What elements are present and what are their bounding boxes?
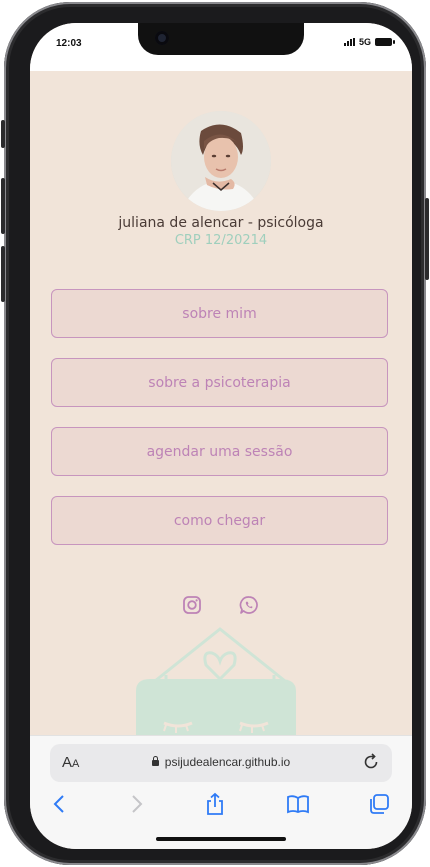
status-time: 12:03 bbox=[56, 38, 82, 49]
volume-down-button bbox=[1, 246, 5, 302]
profile-photo bbox=[171, 111, 271, 211]
power-button bbox=[425, 198, 429, 280]
share-icon[interactable] bbox=[203, 792, 227, 816]
link-button-sobre-psicoterapia[interactable]: sobre a psicoterapia bbox=[51, 358, 388, 407]
signal-icon bbox=[343, 38, 355, 46]
status-indicators: 5G bbox=[343, 37, 395, 47]
camera-icon bbox=[155, 31, 169, 45]
url-text: psijudealencar.github.io bbox=[164, 755, 291, 769]
whatsapp-icon[interactable] bbox=[239, 595, 259, 615]
profile-crp: CRP 12/20214 bbox=[174, 233, 268, 248]
profile-photo-illustration bbox=[171, 111, 271, 211]
address-bar[interactable]: AA psijudealencar.github.io bbox=[50, 744, 392, 782]
network-label: 5G bbox=[358, 37, 371, 47]
home-indicator[interactable] bbox=[156, 837, 286, 841]
battery-icon bbox=[375, 38, 395, 46]
link-button-sobre-mim[interactable]: sobre mim bbox=[51, 289, 388, 338]
page-content: juliana de alencar - psicóloga CRP 12/20… bbox=[30, 71, 412, 745]
profile-name: juliana de alencar - psicóloga bbox=[118, 215, 324, 231]
browser-toolbar: AA psijudealencar.github.io bbox=[30, 735, 412, 849]
mute-switch bbox=[1, 120, 5, 148]
link-button-como-chegar[interactable]: como chegar bbox=[51, 496, 388, 545]
screen: 12:03 5G juliana de alencar - psicóloga … bbox=[30, 23, 412, 849]
link-button-agendar-sessao[interactable]: agendar uma sessão bbox=[51, 427, 388, 476]
status-bar: 12:03 5G bbox=[30, 23, 412, 71]
url-display[interactable]: psijudealencar.github.io bbox=[50, 755, 392, 769]
back-icon[interactable] bbox=[48, 792, 72, 816]
forward-icon[interactable] bbox=[124, 792, 148, 816]
instagram-icon[interactable] bbox=[182, 595, 202, 615]
house-logo-illustration bbox=[136, 627, 296, 745]
phone-frame: 12:03 5G juliana de alencar - psicóloga … bbox=[1, 2, 429, 865]
lock-icon bbox=[151, 756, 159, 766]
reload-icon[interactable] bbox=[362, 753, 380, 771]
tabs-icon[interactable] bbox=[367, 792, 391, 816]
bookmarks-icon[interactable] bbox=[286, 792, 310, 816]
volume-up-button bbox=[1, 178, 5, 234]
